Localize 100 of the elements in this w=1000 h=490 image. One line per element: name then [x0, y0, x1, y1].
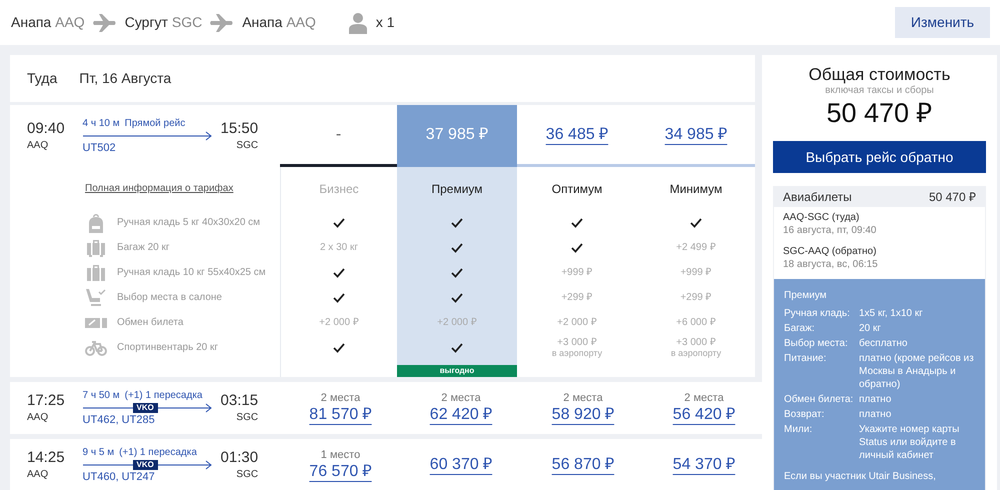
total-price: 50 470 ₽: [825, 97, 934, 129]
tariff-name: Минимум: [670, 180, 722, 198]
check-icon: [690, 218, 702, 228]
change-button[interactable]: Изменить: [895, 7, 990, 38]
fare-price: 58 920 ₽: [552, 404, 614, 424]
airport-code: AAQ: [27, 468, 50, 482]
airport-code: SGC: [236, 410, 258, 424]
arrow-icon: [82, 130, 213, 140]
fare-name: Премиум: [784, 289, 828, 302]
detail-value: 20 кг: [859, 322, 882, 335]
airport-code: AAQ: [27, 138, 50, 152]
check-icon: [451, 292, 463, 302]
detail-label: Ручная кладь:: [784, 307, 851, 320]
check-icon: [333, 342, 345, 352]
feature-value: +3 000 ₽: [676, 337, 716, 348]
arrival-time: 01:30: [220, 448, 258, 466]
tariff-info-link[interactable]: Полная информация о тарифах: [85, 181, 234, 196]
seats-left: 2 места: [441, 392, 481, 404]
summary-title: Общая стоимость: [808, 65, 952, 85]
deal-badge: выгодно: [397, 365, 517, 377]
fare-price: 56 420 ₽: [672, 404, 736, 424]
feature-label: Обмен билета: [117, 316, 184, 330]
tariff-name: Оптимум: [552, 180, 602, 198]
departure-time: 09:40: [27, 120, 65, 138]
ticket-icon: [85, 316, 107, 330]
tariff-name: Бизнес: [319, 180, 359, 198]
check-icon: [451, 242, 463, 252]
airport-code: AAQ: [27, 410, 50, 424]
feature-value: +2 000 ₽: [319, 317, 359, 328]
leg-route: SGC-AAQ (обратно): [783, 245, 878, 259]
flight-stops: Прямой рейс: [124, 118, 186, 130]
suitcase-icon: [85, 238, 107, 258]
feature-label: Ручная кладь 10 кг 55x40x25 см: [117, 266, 266, 280]
fare-note: Если вы участник Utair Business,: [784, 470, 937, 483]
flight-stops: (+1) 1 пересадка: [124, 390, 202, 402]
flight-duration: 9 ч 5 м: [82, 446, 114, 458]
direction-label: Туда: [27, 69, 58, 88]
fare-price: 37 985 ₽: [426, 124, 488, 144]
flight-date: Пт, 16 Августа: [79, 69, 172, 88]
feature-label: Ручная кладь 5 кг 40x30x20 см: [117, 216, 260, 230]
seats-left: 2 места: [684, 392, 724, 404]
feature-value: +2 000 ₽: [437, 317, 477, 328]
feature-label: Багаж 20 кг: [117, 241, 170, 255]
detail-value: платно: [859, 408, 892, 421]
detail-value: бесплатно: [859, 337, 908, 350]
flight-duration: 4 ч 10 м: [82, 118, 120, 130]
fare-price: 54 370 ₽: [672, 455, 736, 475]
arrival-time: 03:15: [220, 392, 258, 410]
flight-number: UT502: [82, 142, 117, 154]
check-icon: [451, 218, 463, 228]
fare-price: 81 570 ₽: [309, 404, 372, 424]
flight-number: UT462, UT285: [82, 414, 156, 426]
return-flight-button[interactable]: Выбрать рейс обратно: [773, 141, 986, 173]
summary-subtitle: включая таксы и сборы: [824, 85, 935, 97]
tickets-price: 50 470 ₽: [928, 189, 976, 206]
feature-value: +6 000 ₽: [676, 317, 716, 328]
check-icon: [451, 268, 463, 278]
fare-price: -: [336, 124, 342, 144]
check-icon: [333, 292, 345, 302]
feature-value: +299 ₽: [680, 292, 712, 303]
stop-badge: VKO: [132, 402, 158, 412]
briefcase-icon: [85, 264, 107, 282]
plane-icon: [92, 14, 117, 32]
detail-value: 1x5 кг, 1x10 кг: [859, 307, 924, 320]
bike-icon: [85, 340, 107, 356]
check-icon: [571, 242, 583, 252]
person-icon: [348, 12, 368, 34]
feature-value: +2 499 ₽: [676, 242, 716, 253]
seats-left: 2 места: [563, 392, 603, 404]
check-icon: [333, 218, 345, 228]
detail-label: Питание:: [784, 352, 828, 366]
route-city: Сургут SGC: [124, 13, 202, 32]
feature-label: Спортинвентарь 20 кг: [117, 341, 218, 355]
feature-value: +999 ₽: [680, 267, 712, 278]
seat-icon: [85, 288, 107, 308]
fare-price: 76 570 ₽: [309, 462, 372, 482]
detail-label: Возврат:: [784, 408, 826, 421]
detail-value: Укажите номер карты Status или войдите в личный кабинет: [859, 423, 960, 462]
check-icon: [451, 342, 463, 352]
tariff-name: Премиум: [431, 180, 483, 198]
fare-price: 56 870 ₽: [552, 455, 614, 475]
feature-label: Выбор места в салоне: [117, 291, 222, 305]
feature-value: +999 ₽: [561, 267, 593, 278]
stop-badge: VKO: [132, 460, 158, 470]
leg-date: 16 августа, пт, 09:40: [783, 225, 878, 237]
tickets-label: Авиабилеты: [783, 189, 852, 206]
airport-code: SGC: [236, 468, 258, 482]
leg-date: 18 августа, вс, 06:15: [783, 259, 879, 271]
detail-label: Выбор места:: [784, 337, 849, 350]
feature-value: 2 х 30 кг: [320, 242, 358, 253]
fare-price: 36 485 ₽: [546, 124, 608, 144]
route-city: Анапа AAQ: [11, 13, 85, 32]
check-icon: [333, 268, 345, 278]
seats-left: 1 место: [320, 448, 360, 462]
flight-stops: (+1) 1 пересадка: [119, 446, 197, 458]
feature-value: +2 000 ₽: [557, 317, 597, 328]
flight-duration: 7 ч 50 м: [82, 390, 120, 402]
feature-note: в аэропорту: [670, 348, 722, 358]
passenger-count: x 1: [376, 13, 395, 32]
feature-value: +299 ₽: [561, 292, 593, 303]
